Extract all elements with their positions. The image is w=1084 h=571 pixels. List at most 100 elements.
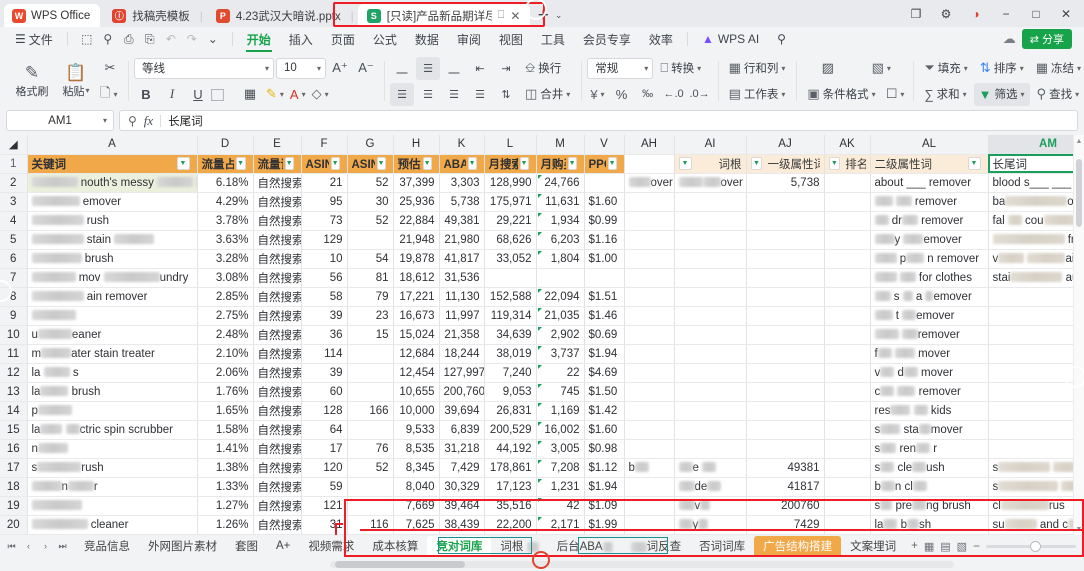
cell-keyword[interactable]: stain (27, 230, 198, 250)
filter-dropdown-icon[interactable]: ▼ (607, 157, 617, 170)
column-header-am[interactable]: AM (988, 135, 1084, 155)
cell-style-button[interactable]: ▧ ▾ (869, 57, 894, 80)
cell-traffic-share[interactable]: 4.29% (197, 192, 254, 212)
cell-traffic-type[interactable]: 自然搜索词 (253, 420, 302, 440)
cell-col-ah[interactable] (624, 439, 675, 459)
filter-dropdown-icon[interactable]: ▼ (330, 157, 340, 170)
copy-button[interactable]: 🗋 ▾ (98, 83, 122, 106)
conditional-format-button[interactable]: ▣ 条件格式 ▾ (802, 83, 880, 106)
cell-primary-attribute[interactable] (746, 249, 825, 269)
cell-root-word[interactable] (674, 344, 747, 364)
column-header-h[interactable]: H (393, 135, 440, 155)
decrease-font-size-button[interactable]: A⁻ (354, 57, 378, 80)
cell-keyword[interactable]: m ater stain treater (27, 344, 198, 364)
cell-col-ah[interactable] (624, 287, 675, 307)
cell-col-ah[interactable] (624, 211, 675, 231)
cell-col-ah[interactable] (624, 496, 675, 516)
cell-traffic-share[interactable]: 3.63% (197, 230, 254, 250)
last-sheet-button[interactable]: ⏭ (55, 538, 70, 554)
cell-weekly-impressions[interactable]: 8,535 (393, 439, 440, 459)
cell-weekly-impressions[interactable]: 12,454 (393, 363, 440, 383)
cell-primary-attribute[interactable] (746, 439, 825, 459)
cell-monthly-purchase[interactable]: 1,169 (536, 401, 585, 421)
cell-secondary-attribute[interactable]: s a emover (870, 287, 989, 307)
cell-keyword[interactable]: mov undry (27, 268, 198, 288)
cell-aba-rank[interactable]: 127,997 (439, 363, 485, 383)
share-button[interactable]: ⇄ 分享 (1021, 29, 1072, 49)
cell-monthly-search[interactable]: 22,200 (484, 515, 537, 535)
cell-monthly-search[interactable]: 35,516 (484, 496, 537, 516)
cell-aba-rank[interactable]: 18,244 (439, 344, 485, 364)
cell-monthly-purchase[interactable]: 745 (536, 382, 585, 402)
cell-rank[interactable] (824, 363, 871, 383)
tab-member-exclusive[interactable]: 会员专享 (574, 29, 640, 50)
cell-weekly-impressions[interactable]: 37,399 (393, 173, 440, 193)
column-header-g[interactable]: G (347, 135, 394, 155)
customize-quick-access-icon[interactable]: ⌄ (203, 29, 223, 49)
cell-primary-attribute[interactable] (746, 382, 825, 402)
column-header-v[interactable]: V (584, 135, 625, 155)
spreadsheet-grid[interactable]: ◢ A D E F G H K L M V AH AI AJ AK AL AM (0, 135, 1084, 535)
cell-aba-rank[interactable]: 41,817 (439, 249, 485, 269)
cell-monthly-purchase[interactable]: 7,208 (536, 458, 585, 478)
sheet-tab-video-requirements[interactable]: 视频需求 (299, 536, 363, 556)
cell-asin-organic[interactable]: 60 (301, 382, 348, 402)
cell-asin-ads[interactable]: 30 (347, 192, 394, 212)
header-cell-traffic-share[interactable]: 流量占比▼ (197, 154, 254, 174)
cell-keyword[interactable]: rush (27, 211, 198, 231)
cell-traffic-type[interactable]: 自然搜索词 (253, 382, 302, 402)
cell-aba-rank[interactable]: 38,439 (439, 515, 485, 535)
cell-rank[interactable] (824, 173, 871, 193)
sheet-tab-cost-accounting[interactable]: 成本核算 (363, 536, 427, 556)
cell-monthly-search[interactable]: 119,314 (484, 306, 537, 326)
cell-traffic-type[interactable]: 自然搜索词 (253, 192, 302, 212)
cell-rank[interactable] (824, 382, 871, 402)
cell-asin-organic[interactable]: 39 (301, 306, 348, 326)
table-row[interactable]: 6 brush 3.28% 自然搜索词 10 54 19,878 41,817 … (0, 249, 1084, 269)
cell-monthly-search[interactable]: 29,221 (484, 211, 537, 231)
cell-primary-attribute[interactable]: 41817 (746, 477, 825, 497)
cell-aba-rank[interactable]: 3,303 (439, 173, 485, 193)
sheet-tab-keyword-reverse[interactable]: 词反查 (622, 536, 691, 556)
cell-traffic-share[interactable]: 2.06% (197, 363, 254, 383)
undo-icon[interactable]: ↶ (161, 29, 181, 49)
filter-dropdown-icon[interactable]: ▼ (967, 157, 981, 170)
cell-traffic-type[interactable]: 自然搜索词 (253, 344, 302, 364)
cell-ppc-bid[interactable]: $1.42 (584, 401, 625, 421)
filter-dropdown-icon[interactable]: ▼ (567, 157, 577, 170)
table-row[interactable]: 12 la s 2.06% 自然搜索词 39 12,454 127,997 7,… (0, 363, 1084, 383)
zoom-slider[interactable] (986, 540, 1077, 552)
cell-secondary-attribute[interactable]: s ren r (870, 439, 989, 459)
prev-sheet-button[interactable]: ‹ (21, 538, 36, 554)
header-cell-aba-rank[interactable]: ABA周排名▼ (439, 154, 485, 174)
tab-view[interactable]: 视图 (490, 29, 532, 50)
table-row[interactable]: 17 srush 1.38% 自然搜索词 120 52 8,345 7,429 … (0, 458, 1084, 478)
cell-keyword[interactable]: s rush (27, 458, 198, 478)
cell-aba-rank[interactable]: 200,760 (439, 382, 485, 402)
cell-weekly-impressions[interactable]: 12,684 (393, 344, 440, 364)
cell-monthly-search[interactable]: 68,626 (484, 230, 537, 250)
cell-traffic-type[interactable]: 自然搜索词 (253, 268, 302, 288)
underline-button[interactable]: U (186, 83, 210, 106)
cell-long-tail[interactable]: v ain re (988, 249, 1084, 269)
wps-ai-button[interactable]: ▲ WPS AI (693, 30, 768, 48)
cell-traffic-type[interactable]: 自然搜索词 (253, 230, 302, 250)
cell-col-ah[interactable] (624, 306, 675, 326)
row-header[interactable]: 17 (0, 458, 28, 478)
cell-secondary-attribute[interactable]: s sta mover (870, 420, 989, 440)
cell-rank[interactable] (824, 287, 871, 307)
cell-asin-ads[interactable]: 166 (347, 401, 394, 421)
cell-ppc-bid[interactable]: $1.99 (584, 515, 625, 535)
autosum-button[interactable]: ∑ 求和 ▾ (919, 83, 971, 106)
cell-monthly-search[interactable] (484, 268, 537, 288)
sheet-tab-competitor-info[interactable]: 竞品信息 (75, 536, 139, 556)
header-cell-primary-attribute[interactable]: ▼ 一级属性词 (746, 154, 825, 174)
cell-monthly-search[interactable]: 7,240 (484, 363, 537, 383)
cell-root-word[interactable] (674, 420, 747, 440)
filter-dropdown-icon[interactable]: ▼ (519, 157, 529, 170)
column-header-al[interactable]: AL (870, 135, 989, 155)
cell-keyword[interactable]: ain remover (27, 287, 198, 307)
cell-weekly-impressions[interactable]: 10,655 (393, 382, 440, 402)
cell-weekly-impressions[interactable]: 9,533 (393, 420, 440, 440)
cast-icon[interactable]: ⎕ (498, 9, 505, 22)
